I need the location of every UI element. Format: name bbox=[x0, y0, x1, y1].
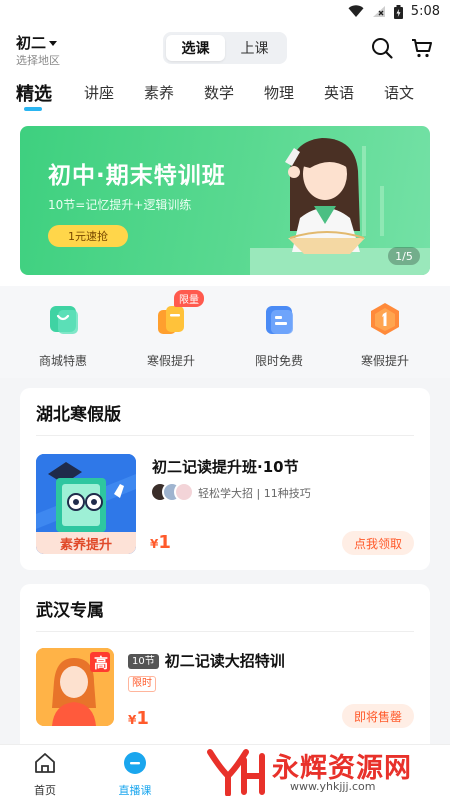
document-icon bbox=[266, 306, 293, 334]
thumbnail-tag: 素养提升 bbox=[36, 532, 136, 554]
section-card-wuhan: 武汉专属 高 10节 初二记读大招特训 限时 ¥1 即将售罄 bbox=[20, 584, 430, 754]
status-time: 5:08 bbox=[410, 4, 440, 19]
limited-badge: 限量 bbox=[174, 290, 204, 307]
tab-english[interactable]: 英语 bbox=[324, 82, 354, 103]
thumbnail-badge: 高 bbox=[94, 656, 108, 672]
quick-entry-label: 寒假提升 bbox=[146, 354, 195, 368]
tab-math[interactable]: 数学 bbox=[204, 82, 234, 103]
signal-off-icon bbox=[372, 6, 385, 17]
price: ¥1 bbox=[150, 532, 171, 553]
segment-attend-class[interactable]: 上课 bbox=[225, 35, 284, 61]
course-title-row[interactable]: 10节 初二记读大招特训 bbox=[128, 650, 285, 671]
lesson-count-badge: 10节 bbox=[128, 654, 159, 669]
category-tabs: 精选 讲座 素养 数学 物理 英语 语文 bbox=[0, 74, 450, 114]
course-thumbnail[interactable]: 高 bbox=[36, 648, 114, 726]
watermark-logo bbox=[207, 749, 265, 796]
quick-entry-free[interactable]: 限时免费 bbox=[234, 300, 324, 369]
shop-bag-icon bbox=[50, 306, 78, 334]
banner-area: 初中·期末特训班 10节=记忆提升+逻辑训练 1元速抢 1/5 bbox=[0, 114, 450, 286]
section-card-hubei: 湖北寒假版 素养提升 初二记读提升班·10节 轻松学大招 | 11种技巧 ¥1 … bbox=[20, 388, 430, 570]
tab-lectures[interactable]: 讲座 bbox=[84, 82, 114, 103]
mode-segmented-control: 选课 上课 bbox=[163, 32, 287, 64]
banner-subtitle: 10节=记忆提升+逻辑训练 bbox=[48, 198, 192, 212]
banner-title: 初中·期末特训班 bbox=[48, 163, 226, 189]
promo-banner[interactable]: 初中·期末特训班 10节=记忆提升+逻辑训练 1元速抢 1/5 bbox=[20, 126, 430, 275]
banner-page-indicator: 1/5 bbox=[388, 247, 420, 265]
price-value: 1 bbox=[158, 532, 171, 553]
section-title: 湖北寒假版 bbox=[36, 405, 121, 425]
tab-chinese[interactable]: 语文 bbox=[384, 82, 414, 103]
grade-label: 初二 bbox=[16, 34, 47, 52]
selling-out-button[interactable]: 即将售罄 bbox=[342, 704, 414, 728]
grade-selector[interactable]: 初二 bbox=[16, 32, 58, 53]
divider bbox=[36, 435, 414, 436]
banner-buy-button[interactable]: 1元速抢 bbox=[48, 225, 128, 247]
tab-literacy[interactable]: 素养 bbox=[144, 82, 174, 103]
course-thumbnail[interactable]: 素养提升 bbox=[36, 454, 136, 554]
price-value: 1 bbox=[136, 708, 149, 729]
course-title: 初二记读大招特训 bbox=[164, 652, 285, 670]
watermark-url: www.yhkjjj.com bbox=[290, 780, 376, 793]
number-one-badge-icon bbox=[371, 303, 399, 335]
tab-physics[interactable]: 物理 bbox=[264, 82, 294, 103]
nav-live-class[interactable]: 直播课 bbox=[103, 751, 167, 798]
caret-down-icon bbox=[49, 41, 58, 46]
avatar bbox=[174, 482, 194, 502]
nav-label: 首页 bbox=[34, 784, 56, 797]
watermark: 永辉资源网 www.yhkjjj.com bbox=[200, 744, 450, 799]
region-selector[interactable]: 选择地区 bbox=[16, 52, 60, 68]
course-title[interactable]: 初二记读提升班·10节 bbox=[152, 456, 299, 477]
quick-entry-label: 商城特惠 bbox=[38, 354, 87, 368]
segment-select-course[interactable]: 选课 bbox=[166, 35, 225, 61]
quick-entry-grid: 商城特惠 限量 寒假提升 限时免费 寒假提升 bbox=[0, 286, 450, 378]
quick-entry-label: 寒假提升 bbox=[360, 354, 409, 368]
quick-entry-label: 限时免费 bbox=[254, 354, 303, 368]
battery-icon bbox=[393, 4, 403, 19]
home-icon bbox=[35, 753, 55, 773]
course-meta: 轻松学大招 | 11种技巧 bbox=[198, 487, 311, 500]
quick-entry-winter-boost-2[interactable]: 寒假提升 bbox=[340, 300, 430, 369]
nav-label: 直播课 bbox=[118, 784, 152, 797]
nav-home[interactable]: 首页 bbox=[13, 751, 77, 798]
quick-entry-shop[interactable]: 商城特惠 bbox=[18, 300, 108, 369]
tab-featured[interactable]: 精选 bbox=[16, 80, 52, 106]
live-class-icon bbox=[124, 752, 146, 774]
claim-button[interactable]: 点我领取 bbox=[342, 531, 414, 555]
limited-time-tag: 限时 bbox=[128, 676, 156, 692]
quick-entry-winter-boost[interactable]: 限量 寒假提升 bbox=[126, 290, 216, 369]
teacher-avatars bbox=[150, 482, 196, 502]
status-bar: 5:08 bbox=[0, 0, 450, 26]
top-header: 初二 选择地区 选课 上课 bbox=[0, 26, 450, 74]
wifi-icon bbox=[348, 5, 364, 17]
search-icon[interactable] bbox=[370, 36, 394, 60]
active-tab-indicator bbox=[24, 107, 42, 111]
divider bbox=[36, 631, 414, 632]
cart-icon[interactable] bbox=[410, 36, 434, 60]
price: ¥1 bbox=[128, 708, 149, 729]
section-title: 武汉专属 bbox=[36, 601, 104, 621]
